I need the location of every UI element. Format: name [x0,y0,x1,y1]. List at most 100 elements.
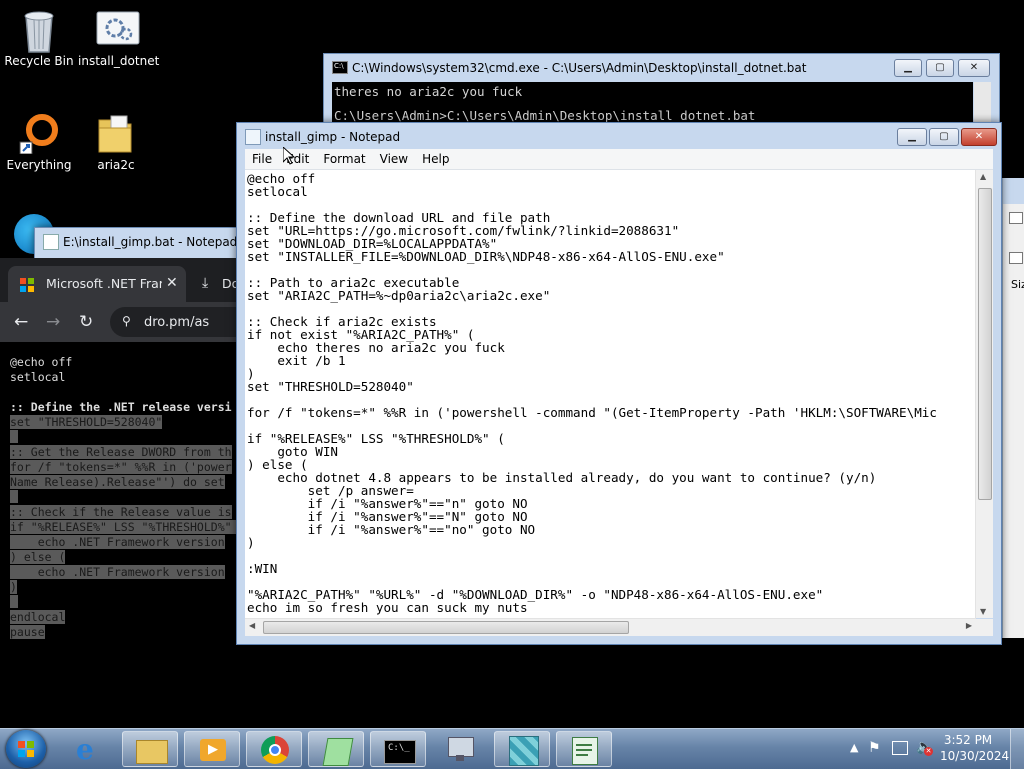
cmd-title: C:\Windows\system32\cmd.exe - C:\Users\A… [352,61,807,75]
cmd-icon: C:\ [332,61,348,74]
taskbar-internet-explorer[interactable]: e [62,731,118,767]
scroll-thumb[interactable] [978,188,992,500]
scroll-up-icon[interactable]: ▲ [980,172,986,181]
cmd-icon: C:\_ [384,740,416,764]
tab-close-icon[interactable]: ✕ [166,275,178,291]
batch-file-icon [95,8,140,50]
browser-code-line: endlocal [10,610,66,624]
forward-icon[interactable]: → [46,312,60,332]
browser-code-line [10,490,18,503]
scroll-thumb[interactable] [263,621,629,634]
address-bar[interactable]: ⚲ dro.pm/as [110,307,238,337]
console-line: C:\Users\Admin>C:\Users\Admin\Desktop\in… [334,108,756,123]
desktop-icon-recycle-bin[interactable]: Recycle Bin [1,8,77,68]
notepad-menubar: File Edit Format View Help [245,149,993,170]
site-info-icon[interactable]: ⚲ [122,314,131,328]
desktop-icon-everything[interactable]: Everything [1,112,77,172]
media-player-icon: ▶ [200,739,226,761]
network-tray-icon[interactable] [892,741,908,755]
close-button[interactable]: ✕ [961,128,997,146]
everything-search-icon [18,112,60,155]
minimize-button[interactable]: ▁ [894,59,922,77]
taskbar-cmd[interactable]: C:\_ [370,731,426,767]
browser-tab-bar: Microsoft .NET Fram ✕ ⤓ Do [0,258,239,302]
notepad-plus-titlebar[interactable]: E:\install_gimp.bat - Notepad++ [35,228,257,254]
taskbar-network[interactable] [432,731,488,767]
download-icon: ⤓ [202,275,209,291]
taskbar-chrome[interactable] [246,731,302,767]
taskbar-notepad-plus[interactable] [308,731,364,767]
column-header-size: Siz [1011,278,1024,291]
desktop-icon-install-dotnet[interactable]: install_dotnet [78,8,160,68]
recycle-bin-icon [18,8,60,53]
desktop-icon-aria2c[interactable]: aria2c [78,112,154,172]
scrollbar-corner [976,619,993,636]
horizontal-scrollbar[interactable]: ◀ ▶ [245,618,976,636]
browser-content[interactable]: @echo off setlocal:: Define the .NET rele… [0,342,246,728]
windows-logo-icon [18,741,34,757]
mouse-cursor-icon [282,145,296,168]
vertical-scrollbar[interactable]: ▲ ▼ [975,170,993,618]
browser-code-line: echo .NET Framework version [10,565,225,579]
reload-icon[interactable]: ↻ [79,312,93,332]
taskbar-media-player[interactable]: ▶ [184,731,240,767]
microsoft-logo-icon [20,278,34,292]
notepad-icon [572,737,598,765]
cmd-window[interactable]: C:\ C:\Windows\system32\cmd.exe - C:\Use… [323,53,1000,130]
browser-tab-active[interactable]: Microsoft .NET Fram ✕ [8,266,186,302]
tray-show-hidden-icon[interactable]: ▲ [850,741,858,754]
maximize-button[interactable]: ▢ [926,59,954,77]
notepad-title: install_gimp - Notepad [265,130,401,144]
maximize-button[interactable]: ▢ [929,128,959,146]
action-center-flag-icon[interactable]: ⚑ [868,740,881,756]
background-window-right[interactable]: Siz [1002,178,1024,638]
taskbar-notepad[interactable] [556,731,612,767]
menu-format[interactable]: Format [316,149,372,169]
notepad-titlebar[interactable]: install_gimp - Notepad ▁ ▢ ✕ [237,123,1001,149]
browser-code-line: ) else ( [10,550,66,564]
minimize-button[interactable]: ▁ [897,128,927,146]
desktop-icon-label: aria2c [97,158,135,172]
scroll-right-icon[interactable]: ▶ [966,621,972,630]
browser-code-line [10,430,18,443]
cmd-titlebar[interactable]: C:\ C:\Windows\system32\cmd.exe - C:\Use… [324,54,999,80]
show-desktop-button[interactable] [1010,729,1024,769]
taskbar: e ▶ C:\_ ▲ ⚑ 🔈 ✕ 3:52 PM 10/30/2024 [0,728,1024,769]
browser-code-line: ) [10,580,17,594]
browser-code-line: setlocal [10,370,66,384]
browser-code-line: pause [10,625,45,639]
clock[interactable]: 3:52 PM 10/30/2024 [940,733,1010,763]
browser-code-line: Name Release).Release"') do set [10,475,225,489]
browser-code-line: echo .NET Framework version [10,535,225,549]
browser-window[interactable]: Microsoft .NET Fram ✕ ⤓ Do ← → ↻ ⚲ dro.p… [0,258,246,728]
installer-icon [509,736,539,766]
notepad-plus-icon [322,738,354,766]
notepad-plus-window[interactable]: E:\install_gimp.bat - Notepad++ [34,227,257,261]
scroll-left-icon[interactable]: ◀ [249,621,255,630]
network-icon [448,737,474,757]
notepad-text-area[interactable]: @echo off setlocal :: Define the downloa… [245,170,976,618]
menu-file[interactable]: File [245,149,279,169]
notepad-plus-title: E:\install_gimp.bat - Notepad++ [63,235,258,249]
desktop-icon-label: install_dotnet [78,54,160,68]
browser-toolbar: ← → ↻ ⚲ dro.pm/as [0,302,238,342]
folder-icon [136,740,168,764]
clock-date: 10/30/2024 [940,749,1010,763]
browser-code-line: :: Define the .NET release versi [10,400,232,414]
browser-code-line: if "%RELEASE%" LSS "%THRESHOLD%" ( [10,520,246,534]
menu-help[interactable]: Help [415,149,456,169]
notepad-window[interactable]: install_gimp - Notepad ▁ ▢ ✕ File Edit For… [236,122,1002,645]
console-line: theres no aria2c you fuck [334,84,523,99]
back-icon[interactable]: ← [14,312,28,332]
browser-code-line: set "THRESHOLD=528040" [10,415,163,429]
address-text: dro.pm/as [144,315,210,330]
start-button[interactable] [6,730,46,768]
scroll-down-icon[interactable]: ▼ [980,607,986,616]
taskbar-dotnet-installer[interactable] [494,731,550,767]
close-button[interactable]: ✕ [958,59,990,77]
clock-time: 3:52 PM [943,733,993,747]
desktop-icon-label: Everything [6,158,72,172]
browser-code-line: @echo off [10,355,73,369]
menu-view[interactable]: View [373,149,415,169]
taskbar-file-explorer[interactable] [122,731,178,767]
